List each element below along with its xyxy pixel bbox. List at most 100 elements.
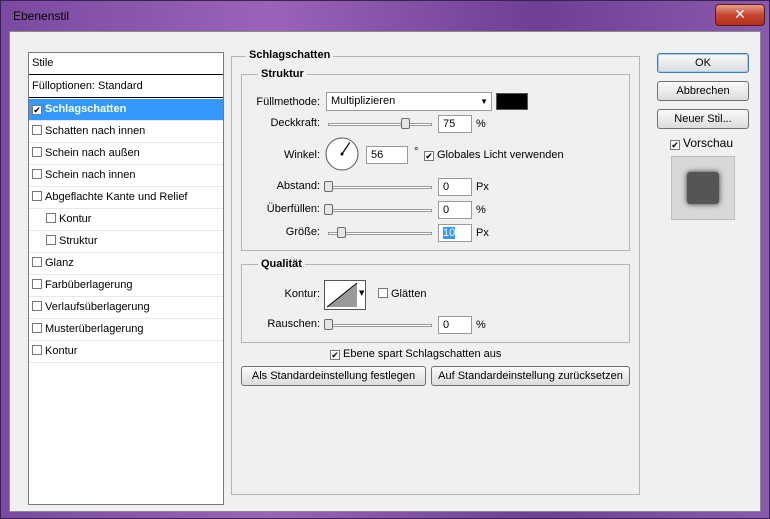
blend-mode-select[interactable]: Multiplizieren ▼ bbox=[326, 92, 492, 111]
blending-options-item[interactable]: Fülloptionen: Standard bbox=[29, 76, 223, 98]
noise-slider-track[interactable] bbox=[328, 324, 432, 327]
style-item-4[interactable]: Schein nach innen bbox=[29, 165, 223, 187]
checkbox-empty bbox=[378, 288, 388, 298]
blend-mode-label: Füllmethode: bbox=[256, 96, 320, 108]
style-item-12[interactable]: Kontur bbox=[29, 341, 223, 363]
style-item-2[interactable]: Schatten nach innen bbox=[29, 121, 223, 143]
noise-unit: % bbox=[476, 319, 486, 331]
styles-header: Stile bbox=[29, 53, 223, 75]
checkbox-check-icon[interactable]: ✔ bbox=[32, 105, 42, 115]
size-slider-thumb[interactable] bbox=[337, 227, 346, 238]
checkbox-empty[interactable] bbox=[32, 257, 42, 267]
knockout-label: Ebene spart Schlagschatten aus bbox=[343, 348, 502, 360]
size-input[interactable]: 10 bbox=[438, 224, 472, 242]
size-label: Größe: bbox=[285, 226, 320, 238]
chevron-down-icon: ▼ bbox=[480, 97, 488, 106]
checkbox-empty[interactable] bbox=[46, 213, 56, 223]
spread-slider-track[interactable] bbox=[328, 209, 432, 212]
contour-label: Kontur: bbox=[284, 288, 320, 300]
style-item-label: Abgeflachte Kante und Relief bbox=[45, 191, 188, 203]
checkbox-empty[interactable] bbox=[32, 147, 42, 157]
dialog-client: Stile Fülloptionen: Standard ✔ Schlagscha… bbox=[9, 31, 761, 512]
spread-input[interactable]: 0 bbox=[438, 201, 472, 219]
angle-input[interactable]: 56 bbox=[366, 146, 408, 164]
style-item-9[interactable]: Farbüberlagerung bbox=[29, 275, 223, 297]
quality-group bbox=[241, 264, 630, 343]
style-item-label: Kontur bbox=[45, 345, 78, 357]
spread-slider-thumb[interactable] bbox=[324, 204, 333, 215]
spread-label: Überfüllen: bbox=[266, 203, 320, 215]
spread-unit: % bbox=[476, 204, 486, 216]
drop-shadow-title: Schlagschatten bbox=[246, 49, 334, 61]
knockout-checkbox[interactable]: ✔ Ebene spart Schlagschatten aus bbox=[330, 348, 501, 360]
blend-mode-value: Multiplizieren bbox=[331, 95, 396, 107]
opacity-slider-thumb[interactable] bbox=[401, 118, 410, 129]
cancel-button[interactable]: Abbrechen bbox=[657, 81, 749, 101]
preview-checkbox[interactable]: ✔ Vorschau bbox=[670, 136, 733, 150]
global-light-checkbox[interactable]: ✔ Globales Licht verwenden bbox=[424, 149, 564, 161]
smooth-checkbox[interactable]: Glätten bbox=[378, 288, 426, 300]
set-default-button[interactable]: Als Standardeinstellung festlegen bbox=[241, 366, 426, 386]
styles-list: Stile Fülloptionen: Standard ✔ Schlagscha… bbox=[28, 52, 224, 505]
distance-label: Abstand: bbox=[276, 180, 320, 192]
distance-slider-track[interactable] bbox=[328, 186, 432, 189]
size-input-value: 10 bbox=[443, 227, 456, 239]
style-item-10[interactable]: Verlaufsüberlagerung bbox=[29, 297, 223, 319]
style-item-label: Verlaufsüberlagerung bbox=[45, 301, 150, 313]
window-title: Ebenenstil bbox=[13, 9, 70, 23]
opacity-input[interactable]: 75 bbox=[438, 115, 472, 133]
checkbox-check-icon: ✔ bbox=[670, 140, 680, 150]
structure-title: Struktur bbox=[258, 68, 307, 80]
checkbox-empty[interactable] bbox=[32, 301, 42, 311]
checkbox-check-icon: ✔ bbox=[330, 350, 340, 360]
distance-slider-thumb[interactable] bbox=[324, 181, 333, 192]
style-item-label: Struktur bbox=[59, 235, 98, 247]
style-item-1[interactable]: ✔ Schlagschatten bbox=[29, 99, 223, 121]
reset-default-button[interactable]: Auf Standardeinstellung zurücksetzen bbox=[431, 366, 630, 386]
noise-slider-thumb[interactable] bbox=[324, 319, 333, 330]
style-preview bbox=[671, 156, 735, 220]
checkbox-empty[interactable] bbox=[32, 191, 42, 201]
checkbox-empty[interactable] bbox=[32, 169, 42, 179]
angle-dial-icon[interactable] bbox=[324, 136, 360, 172]
checkbox-empty[interactable] bbox=[32, 279, 42, 289]
opacity-slider-track[interactable] bbox=[328, 123, 432, 126]
preview-swatch bbox=[687, 172, 719, 204]
style-item-label: Schein nach innen bbox=[45, 169, 136, 181]
dialog-window: Ebenenstil ✕ Stile Fülloptionen: Standar… bbox=[0, 0, 770, 519]
distance-unit: Px bbox=[476, 181, 489, 193]
checkbox-empty[interactable] bbox=[32, 323, 42, 333]
style-item-label: Schein nach außen bbox=[45, 147, 140, 159]
distance-input[interactable]: 0 bbox=[438, 178, 472, 196]
global-light-label: Globales Licht verwenden bbox=[437, 149, 564, 161]
title-bar[interactable]: Ebenenstil ✕ bbox=[1, 1, 769, 31]
opacity-unit: % bbox=[476, 118, 486, 130]
checkbox-empty[interactable] bbox=[32, 345, 42, 355]
quality-title: Qualität bbox=[258, 258, 305, 270]
smooth-label: Glätten bbox=[391, 288, 427, 300]
noise-label: Rauschen: bbox=[267, 318, 320, 330]
checkbox-empty[interactable] bbox=[32, 125, 42, 135]
opacity-label: Deckkraft: bbox=[270, 117, 320, 129]
noise-input[interactable]: 0 bbox=[438, 316, 472, 334]
style-item-6[interactable]: Kontur bbox=[29, 209, 223, 231]
style-item-label: Schatten nach innen bbox=[45, 125, 146, 137]
contour-picker[interactable]: ▼ bbox=[324, 280, 366, 310]
style-item-3[interactable]: Schein nach außen bbox=[29, 143, 223, 165]
close-button[interactable]: ✕ bbox=[715, 4, 765, 26]
checkbox-empty[interactable] bbox=[46, 235, 56, 245]
style-item-5[interactable]: Abgeflachte Kante und Relief bbox=[29, 187, 223, 209]
style-item-11[interactable]: Musterüberlagerung bbox=[29, 319, 223, 341]
size-unit: Px bbox=[476, 227, 489, 239]
angle-label: Winkel: bbox=[283, 149, 320, 161]
shadow-color-swatch[interactable] bbox=[496, 93, 528, 110]
style-item-label: Kontur bbox=[59, 213, 92, 225]
preview-label: Vorschau bbox=[683, 136, 734, 150]
ok-button[interactable]: OK bbox=[657, 53, 749, 73]
checkbox-check-icon: ✔ bbox=[424, 151, 434, 161]
svg-text:▼: ▼ bbox=[359, 289, 365, 297]
style-item-7[interactable]: Struktur bbox=[29, 231, 223, 253]
new-style-button[interactable]: Neuer Stil... bbox=[657, 109, 749, 129]
style-item-8[interactable]: Glanz bbox=[29, 253, 223, 275]
angle-unit: ° bbox=[414, 146, 419, 158]
